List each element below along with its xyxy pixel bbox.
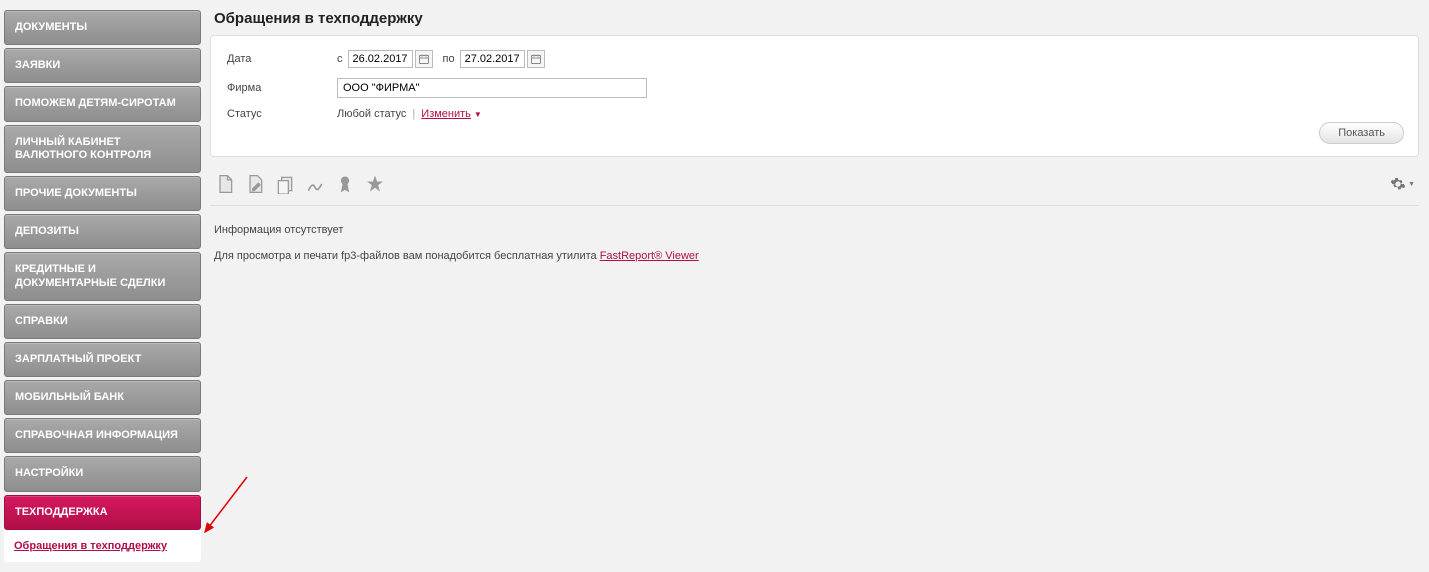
sidebar-item-salary-project[interactable]: ЗАРПЛАТНЫЙ ПРОЕКТ	[4, 342, 201, 377]
new-document-icon[interactable]	[214, 173, 236, 195]
status-value: Любой статус	[337, 108, 406, 120]
sidebar: ДОКУМЕНТЫ ЗАЯВКИ ПОМОЖЕМ ДЕТЯМ-СИРОТАМ Л…	[0, 0, 205, 572]
calendar-icon[interactable]	[415, 50, 433, 68]
filter-firm-label: Фирма	[227, 82, 337, 94]
status-separator: |	[412, 108, 415, 120]
sidebar-item-orphans[interactable]: ПОМОЖЕМ ДЕТЯМ-СИРОТАМ	[4, 86, 201, 121]
star-icon[interactable]	[364, 173, 386, 195]
sidebar-item-documents[interactable]: ДОКУМЕНТЫ	[4, 10, 201, 45]
chevron-down-icon: ▼	[474, 110, 482, 119]
copy-document-icon[interactable]	[274, 173, 296, 195]
sidebar-item-other-docs[interactable]: ПРОЧИЕ ДОКУМЕНТЫ	[4, 176, 201, 211]
chevron-down-icon: ▼	[1408, 181, 1415, 188]
ribbon-icon[interactable]	[334, 173, 356, 195]
viewer-hint: Для просмотра и печати fp3-файлов вам по…	[210, 250, 1419, 262]
page-title: Обращения в техподдержку	[210, 10, 1419, 27]
show-button[interactable]: Показать	[1319, 122, 1404, 144]
edit-document-icon[interactable]	[244, 173, 266, 195]
firm-input[interactable]	[337, 78, 647, 98]
filter-status-label: Статус	[227, 108, 337, 120]
sidebar-item-settings[interactable]: НАСТРОЙКИ	[4, 456, 201, 491]
sidebar-item-currency-control[interactable]: ЛИЧНЫЙ КАБИНЕТ ВАЛЮТНОГО КОНТРОЛЯ	[4, 125, 201, 173]
viewer-hint-text: Для просмотра и печати fp3-файлов вам по…	[214, 250, 600, 262]
filter-from-prefix: с	[337, 53, 343, 65]
sidebar-item-references[interactable]: СПРАВКИ	[4, 304, 201, 339]
settings-gear-button[interactable]: ▼	[1390, 176, 1415, 192]
sidebar-item-deposits[interactable]: ДЕПОЗИТЫ	[4, 214, 201, 249]
filter-panel: Дата с по Фирма Статус Любой статус |	[210, 35, 1419, 157]
fastreport-link[interactable]: FastReport® Viewer	[600, 250, 699, 262]
sidebar-item-credit-deals[interactable]: КРЕДИТНЫЕ И ДОКУМЕНТАРНЫЕ СДЕЛКИ	[4, 252, 201, 300]
annotation-arrow	[197, 472, 257, 552]
sidebar-item-requests[interactable]: ЗАЯВКИ	[4, 48, 201, 83]
date-to-input[interactable]	[460, 50, 525, 68]
empty-info-text: Информация отсутствует	[210, 206, 1419, 250]
filter-to-prefix: по	[443, 53, 455, 65]
toolbar: ▼	[210, 157, 1419, 206]
sidebar-item-support[interactable]: ТЕХПОДДЕРЖКА	[4, 495, 201, 530]
filter-date-label: Дата	[227, 53, 337, 65]
calendar-icon[interactable]	[527, 50, 545, 68]
sidebar-item-reference-info[interactable]: СПРАВОЧНАЯ ИНФОРМАЦИЯ	[4, 418, 201, 453]
gear-icon	[1390, 176, 1406, 192]
sidebar-subitem-support-requests: Обращения в техподдержку	[4, 530, 201, 562]
date-from-input[interactable]	[348, 50, 413, 68]
sidebar-sublink-support-requests[interactable]: Обращения в техподдержку	[14, 540, 167, 552]
sidebar-item-mobile-bank[interactable]: МОБИЛЬНЫЙ БАНК	[4, 380, 201, 415]
main-content: Обращения в техподдержку Дата с по Фирма	[205, 0, 1429, 572]
sign-document-icon[interactable]	[304, 173, 326, 195]
status-change-link[interactable]: Изменить	[421, 108, 471, 120]
